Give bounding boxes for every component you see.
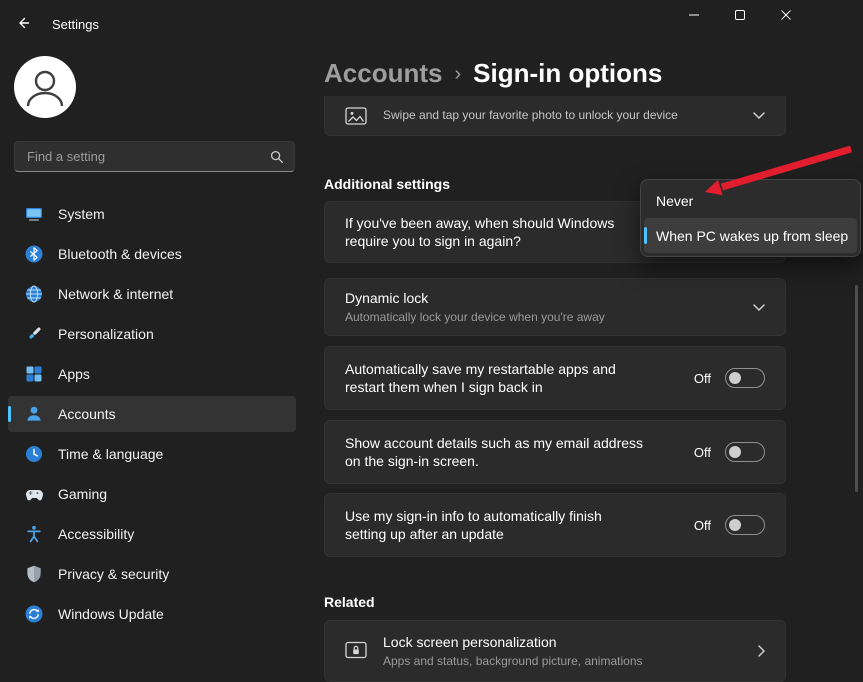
lock-screen-icon <box>345 641 367 661</box>
sidebar-item-apps[interactable]: Apps <box>8 356 296 392</box>
signin-info-setup-toggle[interactable] <box>725 515 765 535</box>
breadcrumb-separator-icon: › <box>454 61 461 86</box>
signin-info-setup-card: Use my sign-in info to automatically fin… <box>324 493 786 557</box>
toggle-knob <box>729 372 741 384</box>
close-icon <box>781 7 791 25</box>
maximize-icon <box>735 7 745 25</box>
sidebar-item-gaming[interactable]: Gaming <box>8 476 296 512</box>
account-details-title: Show account details such as my email ad… <box>345 434 645 470</box>
sidebar-item-label: Privacy & security <box>58 566 169 582</box>
section-header-related: Related <box>324 594 375 610</box>
avatar-person-icon <box>14 56 76 118</box>
section-header-additional-settings: Additional settings <box>324 176 450 192</box>
picture-password-subtitle: Swipe and tap your favorite photo to unl… <box>383 108 678 124</box>
restartable-apps-card: Automatically save my restartable apps a… <box>324 346 786 410</box>
paintbrush-icon <box>24 324 44 344</box>
dynamic-lock-subtitle: Automatically lock your device when you'… <box>345 310 753 326</box>
minimize-button[interactable] <box>671 0 717 32</box>
breadcrumb: Accounts › Sign-in options <box>324 58 662 89</box>
sidebar-item-label: Network & internet <box>58 286 173 302</box>
search-input[interactable] <box>15 149 270 164</box>
minimize-icon <box>689 7 699 25</box>
clock-icon <box>24 444 44 464</box>
sidebar-item-label: Personalization <box>58 326 154 342</box>
toggle-state-label: Off <box>694 518 711 533</box>
maximize-button[interactable] <box>717 0 763 32</box>
sidebar-item-label: Gaming <box>58 486 107 502</box>
signin-requirement-dropdown-menu: Never When PC wakes up from sleep <box>640 179 861 257</box>
chevron-down-icon[interactable] <box>753 304 765 311</box>
lock-screen-personalization-card[interactable]: Lock screen personalization Apps and sta… <box>324 620 786 682</box>
account-details-toggle[interactable] <box>725 442 765 462</box>
signin-requirement-question: If you've been away, when should Windows… <box>345 214 655 250</box>
sidebar-item-system[interactable]: System <box>8 196 296 232</box>
dropdown-option-never[interactable]: Never <box>644 183 857 218</box>
game-controller-icon <box>24 484 44 504</box>
breadcrumb-parent[interactable]: Accounts <box>324 58 442 89</box>
lock-screen-subtitle: Apps and status, background picture, ani… <box>383 654 742 670</box>
dynamic-lock-title: Dynamic lock <box>345 289 753 307</box>
sidebar-item-accessibility[interactable]: Accessibility <box>8 516 296 552</box>
chevron-right-icon <box>758 645 765 657</box>
system-icon <box>24 204 44 224</box>
back-button[interactable] <box>12 14 34 36</box>
toggle-state-label: Off <box>694 445 711 460</box>
user-avatar[interactable] <box>14 56 76 118</box>
accessibility-person-icon <box>24 524 44 544</box>
bluetooth-icon <box>24 244 44 264</box>
picture-password-card[interactable]: Swipe and tap your favorite photo to unl… <box>324 96 786 136</box>
photo-icon <box>345 107 367 125</box>
apps-grid-icon <box>24 364 44 384</box>
search-icon <box>270 150 284 164</box>
lock-screen-title: Lock screen personalization <box>383 633 742 651</box>
close-button[interactable] <box>763 0 809 32</box>
shield-icon <box>24 564 44 584</box>
titlebar: Settings <box>0 0 863 48</box>
chevron-down-icon[interactable] <box>753 112 765 119</box>
dropdown-option-label: When PC wakes up from sleep <box>656 228 848 244</box>
sidebar-item-bluetooth-devices[interactable]: Bluetooth & devices <box>8 236 296 272</box>
account-details-card: Show account details such as my email ad… <box>324 420 786 484</box>
sidebar-item-label: Bluetooth & devices <box>58 246 182 262</box>
restartable-apps-toggle[interactable] <box>725 368 765 388</box>
sidebar-item-label: Apps <box>58 366 90 382</box>
dropdown-option-when-pc-wakes[interactable]: When PC wakes up from sleep <box>644 218 857 253</box>
back-arrow-icon <box>15 15 31 36</box>
dynamic-lock-card[interactable]: Dynamic lock Automatically lock your dev… <box>324 278 786 336</box>
page-title: Sign-in options <box>473 58 662 89</box>
sidebar-item-label: Accessibility <box>58 526 134 542</box>
sidebar-item-label: System <box>58 206 105 222</box>
app-title: Settings <box>52 17 99 32</box>
sidebar-nav: System Bluetooth & devices Network & int… <box>8 196 296 636</box>
toggle-state-label: Off <box>694 371 711 386</box>
globe-icon <box>24 284 44 304</box>
sidebar-item-label: Windows Update <box>58 606 164 622</box>
vertical-scrollbar[interactable] <box>855 285 858 492</box>
sidebar-item-label: Accounts <box>58 406 116 422</box>
sidebar-item-windows-update[interactable]: Windows Update <box>8 596 296 632</box>
dropdown-option-label: Never <box>656 193 693 209</box>
toggle-knob <box>729 519 741 531</box>
update-arrows-icon <box>24 604 44 624</box>
sidebar-item-time-language[interactable]: Time & language <box>8 436 296 472</box>
sidebar-item-privacy-security[interactable]: Privacy & security <box>8 556 296 592</box>
sidebar-item-personalization[interactable]: Personalization <box>8 316 296 352</box>
toggle-knob <box>729 446 741 458</box>
person-icon <box>24 404 44 424</box>
restartable-apps-title: Automatically save my restartable apps a… <box>345 360 645 396</box>
search-box <box>14 141 295 172</box>
sidebar-item-accounts[interactable]: Accounts <box>8 396 296 432</box>
sidebar-item-label: Time & language <box>58 446 163 462</box>
signin-info-setup-title: Use my sign-in info to automatically fin… <box>345 507 645 543</box>
sidebar-item-network-internet[interactable]: Network & internet <box>8 276 296 312</box>
